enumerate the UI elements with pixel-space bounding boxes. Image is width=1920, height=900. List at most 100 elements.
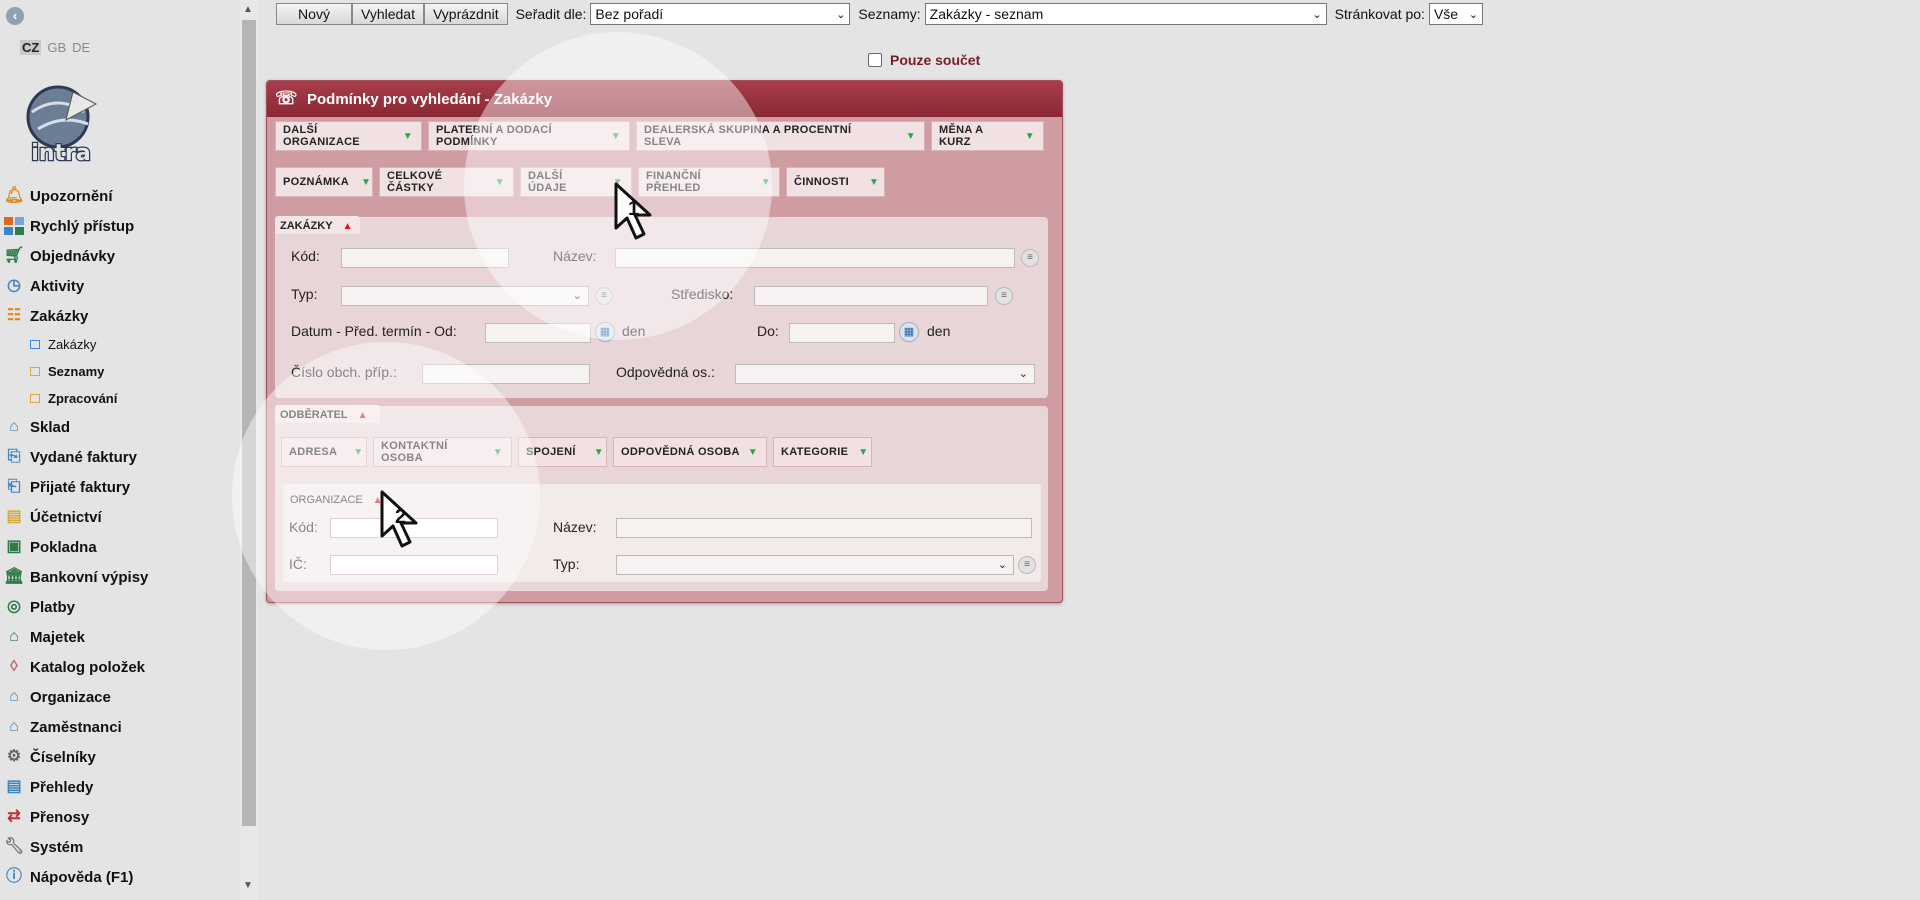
customer-section-label[interactable]: ODBĚRATEL ▲	[275, 405, 380, 423]
sidebar-item-codebooks[interactable]: ⚙ Číselníky	[0, 742, 240, 772]
center-input[interactable]	[754, 286, 988, 306]
tab-note[interactable]: POZNÁMKA ▼	[275, 167, 373, 197]
chevron-down-icon: ⌄	[836, 8, 846, 21]
sidebar-item-received-invoices[interactable]: ⎗ Přijaté faktury	[0, 472, 240, 502]
sidebar-item-issued-invoices[interactable]: ⎘ Vydané faktury	[0, 442, 240, 472]
org-name-label: Název:	[553, 519, 597, 535]
org-type-select[interactable]: ⌄	[616, 555, 1014, 575]
list-picker-icon[interactable]: ≡	[1021, 249, 1039, 267]
case-number-input[interactable]	[422, 364, 590, 384]
sidebar-subitem-lists[interactable]: Seznamy	[0, 358, 240, 385]
tab-label: ODPOVĚDNÁ OSOBA	[621, 446, 740, 458]
sidebar-item-orders[interactable]: 🛒︎ Objednávky	[0, 241, 240, 271]
sidebar-item-label: Rychlý přístup	[30, 217, 135, 235]
warehouse-icon: ⌂	[9, 418, 19, 435]
clear-button[interactable]: Vyprázdnit	[423, 3, 508, 25]
tab-financial-overview[interactable]: FINANČNÍ PŘEHLED ▼	[638, 167, 780, 197]
center-label: Středisko:	[671, 286, 734, 302]
tab-contact-person[interactable]: KONTAKTNÍ OSOBA ▼	[373, 437, 512, 467]
org-code-input[interactable]	[330, 518, 498, 538]
orders-section-label[interactable]: ZAKÁZKY ▲	[275, 216, 361, 234]
help-icon: ⓘ	[5, 868, 22, 885]
lists-select-value: Zakázky - seznam	[929, 6, 1044, 22]
intra-logo[interactable]: intra	[18, 84, 104, 167]
sidebar-item-catalog[interactable]: ◊ Katalog položek	[0, 652, 240, 682]
tab-category[interactable]: KATEGORIE ▼	[773, 437, 872, 467]
sum-only-label[interactable]: Pouze součet	[890, 52, 980, 68]
lists-select[interactable]: Zakázky - seznam ⌄	[924, 3, 1327, 25]
back-arrow-icon[interactable]: ‹	[6, 7, 24, 25]
sidebar-subitem-contracts[interactable]: Zakázky	[0, 331, 240, 358]
sort-label: Seřadit dle:	[515, 6, 587, 22]
sidebar-item-employees[interactable]: ⌂ Zaměstnanci	[0, 712, 240, 742]
paging-select[interactable]: Vše ⌄	[1428, 3, 1483, 25]
tab-address[interactable]: ADRESA ▼	[281, 437, 367, 467]
tab-other-organizations[interactable]: DALŠÍ ORGANIZACE ▼	[275, 121, 422, 151]
lang-de[interactable]: DE	[72, 40, 90, 55]
tab-label: FINANČNÍ PŘEHLED	[646, 170, 701, 194]
sidebar-item-help[interactable]: ⓘ Nápověda (F1)	[0, 862, 240, 892]
code-label: Kód:	[291, 248, 320, 264]
type-select[interactable]: ⌄	[341, 286, 589, 306]
scroll-down-arrow-icon[interactable]: ▼	[243, 880, 253, 891]
org-name-input[interactable]	[616, 518, 1032, 538]
sidebar-item-label: Aktivity	[30, 277, 85, 295]
sidebar-item-warehouse[interactable]: ⌂ Sklad	[0, 412, 240, 442]
search-conditions-panel: ☏ Podmínky pro vyhledání - Zakázky DALŠÍ…	[266, 80, 1063, 603]
tab-dealer-group-discount[interactable]: DEALERSKÁ SKUPINA A PROCENTNÍ SLEVA ▼	[636, 121, 925, 151]
tab-additional-data[interactable]: DALŠÍ ÚDAJE ▼	[520, 167, 632, 197]
sidebar-item-organizations[interactable]: ⌂ Organizace	[0, 682, 240, 712]
tab-label: ČINNOSTI	[794, 176, 849, 188]
code-input[interactable]	[341, 248, 509, 268]
cash-register-icon: ▣	[6, 538, 22, 555]
list-picker-icon[interactable]: ≡	[595, 287, 613, 305]
list-picker-icon[interactable]: ≡	[1018, 556, 1036, 574]
org-ic-input[interactable]	[330, 555, 498, 575]
sidebar-item-cash-desk[interactable]: ▣ Pokladna	[0, 532, 240, 562]
sidebar-scrollbar-thumb[interactable]	[242, 20, 256, 826]
lang-cz[interactable]: CZ	[20, 40, 42, 55]
search-button[interactable]: Vyhledat	[352, 3, 424, 25]
organization-section-label[interactable]: ORGANIZACE ▲	[285, 490, 391, 508]
toolbar: Nový Vyhledat Vyprázdnit Seřadit dle: Be…	[276, 3, 1483, 25]
sidebar-item-property[interactable]: ⌂ Majetek	[0, 622, 240, 652]
responsible-person-select[interactable]: ⌄	[735, 364, 1035, 384]
sidebar-item-accounting[interactable]: ▤ Účetnictví	[0, 502, 240, 532]
tab-payment-delivery[interactable]: PLATEBNÍ A DODACÍ PODMÍNKY ▼	[428, 121, 630, 151]
expand-arrow-icon: ▼	[494, 176, 505, 188]
paging-select-value: Vše	[1433, 6, 1459, 22]
date-from-input[interactable]	[485, 323, 591, 343]
sidebar-item-activities[interactable]: ◷ Aktivity	[0, 271, 240, 301]
sidebar-item-bank-statements[interactable]: 🏛︎ Bankovní výpisy	[0, 562, 240, 592]
tab-total-amounts[interactable]: CELKOVÉ ČÁSTKY ▼	[379, 167, 514, 197]
sort-select[interactable]: Bez pořadí ⌄	[590, 3, 851, 25]
sidebar-item-system[interactable]: 🔧︎ Systém	[0, 832, 240, 862]
expand-arrow-icon: ▼	[610, 130, 621, 142]
tab-row-2: POZNÁMKA ▼ CELKOVÉ ČÁSTKY ▼ DALŠÍ ÚDAJE ▼ F…	[275, 167, 885, 197]
list-picker-icon[interactable]: ≡	[995, 287, 1013, 305]
sidebar-item-contracts[interactable]: ☷ Zakázky	[0, 301, 240, 331]
sidebar-subitem-processing[interactable]: Zpracování	[0, 385, 240, 412]
scroll-up-arrow-icon[interactable]: ▲	[243, 4, 253, 15]
name-input[interactable]	[615, 248, 1015, 268]
phone-list-icon: ☏	[275, 88, 298, 108]
tab-label: ADRESA	[289, 446, 338, 458]
sidebar-item-payments[interactable]: ◎ Platby	[0, 592, 240, 622]
new-button[interactable]: Nový	[276, 3, 352, 25]
sum-only-checkbox[interactable]	[868, 53, 882, 67]
tab-label: CELKOVÉ ČÁSTKY	[387, 170, 443, 194]
sidebar-item-transfers[interactable]: ⇄ Přenosy	[0, 802, 240, 832]
sidebar-item-quick-access[interactable]: Rychlý přístup	[0, 211, 240, 241]
date-to-input[interactable]	[789, 323, 895, 343]
tab-responsible-person[interactable]: ODPOVĚDNÁ OSOBA ▼	[613, 437, 767, 467]
language-switcher: CZ GB DE	[20, 40, 90, 55]
tab-currency-rate[interactable]: MĚNA A KURZ ▼	[931, 121, 1044, 151]
lang-gb[interactable]: GB	[47, 40, 66, 55]
sidebar-item-overviews[interactable]: ▤ Přehledy	[0, 772, 240, 802]
sidebar-item-notifications[interactable]: 🔔︎ Upozornění	[0, 181, 240, 211]
calendar-icon[interactable]: ▦	[899, 322, 919, 342]
tab-activities[interactable]: ČINNOSTI ▼	[786, 167, 885, 197]
tab-connection[interactable]: SPOJENÍ ▼	[518, 437, 607, 467]
sidebar-subitem-label: Seznamy	[48, 364, 105, 379]
calendar-icon[interactable]: ▦	[595, 322, 615, 342]
